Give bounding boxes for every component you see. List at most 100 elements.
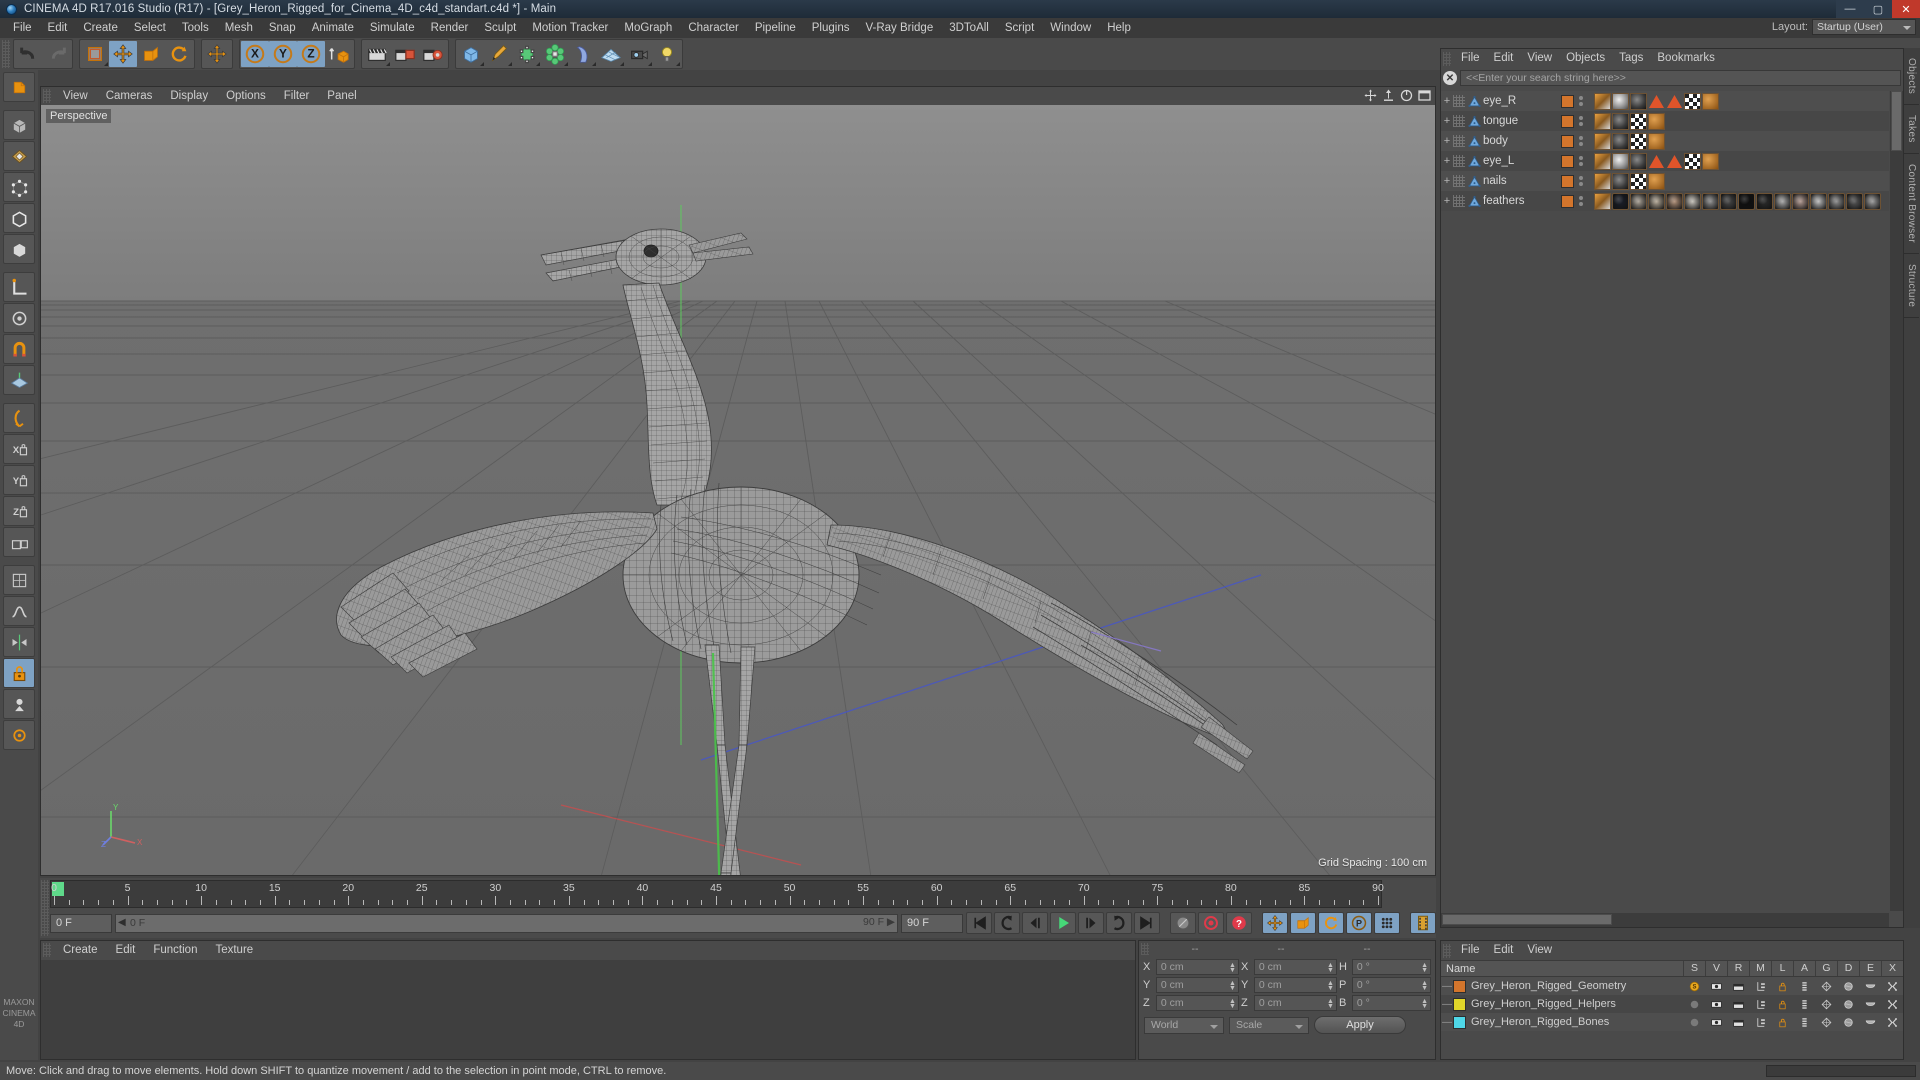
- object-menu-bookmarks[interactable]: Bookmarks: [1650, 49, 1722, 68]
- coordinate-manager-grip[interactable]: [1141, 943, 1149, 955]
- tag-material-eye-tag[interactable]: [1612, 152, 1629, 170]
- tag-material-dark-tag[interactable]: [1612, 132, 1629, 150]
- add-array-button[interactable]: [541, 41, 569, 67]
- material-menu-edit[interactable]: Edit: [107, 941, 145, 959]
- tag-vertexmap-tag[interactable]: [1702, 92, 1719, 110]
- layer-name[interactable]: Grey_Heron_Rigged_Geometry: [1466, 980, 1683, 992]
- edge-tab-content-browser[interactable]: Content Browser: [1904, 154, 1919, 254]
- layer-column-s[interactable]: S: [1683, 961, 1705, 976]
- tag-uv-tag[interactable]: [1594, 132, 1611, 150]
- expand-toggle-icon[interactable]: +: [1441, 111, 1453, 131]
- add-camera-button[interactable]: [625, 41, 653, 67]
- spinner-icon[interactable]: ▲ ▼: [1229, 998, 1236, 1010]
- object-row[interactable]: + feathers: [1441, 191, 1889, 211]
- object-row[interactable]: + nails: [1441, 171, 1889, 191]
- enable-snap-button[interactable]: [3, 334, 35, 364]
- layer-column-e[interactable]: E: [1859, 961, 1881, 976]
- maximize-view-icon[interactable]: [1418, 89, 1431, 102]
- workplane-button[interactable]: [3, 365, 35, 395]
- menu-3dtoall[interactable]: 3DToAll: [941, 18, 997, 38]
- menu-plugins[interactable]: Plugins: [804, 18, 858, 38]
- layer-column-m[interactable]: M: [1749, 961, 1771, 976]
- make-editable-button[interactable]: [3, 72, 35, 102]
- rotation-field-2[interactable]: 0 ° ▲ ▼: [1351, 995, 1431, 1011]
- layer-cell-expression[interactable]: [1859, 1016, 1881, 1029]
- soft-selection-button[interactable]: [3, 596, 35, 626]
- material-menu-texture[interactable]: Texture: [206, 941, 262, 959]
- tag-selection-tag[interactable]: [1666, 153, 1683, 170]
- position-field-2[interactable]: 0 cm ▲ ▼: [1155, 995, 1239, 1011]
- position-key-button[interactable]: [1262, 912, 1288, 934]
- record-active-objects-button[interactable]: [1170, 912, 1196, 934]
- object-menu-edit[interactable]: Edit: [1487, 49, 1521, 68]
- weight-tool-button[interactable]: [3, 689, 35, 719]
- previous-key-button[interactable]: [994, 912, 1020, 934]
- render-settings-button[interactable]: [419, 41, 447, 67]
- range-end-label[interactable]: 90 F ▶: [863, 916, 895, 928]
- layer-color-swatch[interactable]: [1561, 114, 1574, 128]
- tag-mat-7[interactable]: [1720, 192, 1737, 210]
- toolbar-grip[interactable]: [2, 40, 10, 68]
- coord-system-dropdown[interactable]: World: [1144, 1016, 1224, 1034]
- material-manager[interactable]: Create Edit Function Texture: [40, 940, 1136, 1060]
- lock-axis-y-button[interactable]: Y: [3, 465, 35, 495]
- lock-axis-x-button[interactable]: X: [3, 434, 35, 464]
- viewport-menu-view[interactable]: View: [54, 87, 97, 105]
- add-floor-button[interactable]: [597, 41, 625, 67]
- edge-tab-objects[interactable]: Objects: [1904, 48, 1919, 106]
- rotation-field-0[interactable]: 0 ° ▲ ▼: [1351, 959, 1431, 975]
- size-field-2[interactable]: 0 cm ▲ ▼: [1253, 995, 1337, 1011]
- tag-selection-tag[interactable]: [1648, 153, 1665, 170]
- edges-mode-button[interactable]: [3, 203, 35, 233]
- spinner-icon[interactable]: ▲ ▼: [1421, 998, 1428, 1010]
- spinner-icon[interactable]: ▲ ▼: [1229, 962, 1236, 974]
- tag-uv-tag[interactable]: [1594, 92, 1611, 110]
- quantize-button[interactable]: [3, 403, 35, 433]
- tag-mat-14[interactable]: [1846, 192, 1863, 210]
- keyframe-selection-button[interactable]: ?: [1226, 912, 1252, 934]
- layer-cell-generator[interactable]: [1815, 1016, 1837, 1029]
- object-row[interactable]: + eye_R: [1441, 91, 1889, 111]
- world-object-coord-button[interactable]: [325, 41, 353, 67]
- viewport-menu-cameras[interactable]: Cameras: [97, 87, 162, 105]
- symmetry-button[interactable]: [3, 627, 35, 657]
- object-menu-view[interactable]: View: [1520, 49, 1559, 68]
- tag-mat-10[interactable]: [1774, 192, 1791, 210]
- menu-v-ray-bridge[interactable]: V-Ray Bridge: [857, 18, 941, 38]
- model-mode-button[interactable]: [3, 110, 35, 140]
- lock-plane-button[interactable]: [3, 527, 35, 557]
- clear-search-icon[interactable]: ✕: [1443, 71, 1457, 85]
- poi-key-button[interactable]: [1374, 912, 1400, 934]
- layer-color-swatch[interactable]: [1561, 134, 1574, 148]
- tag-mat-12[interactable]: [1810, 192, 1827, 210]
- layer-column-v[interactable]: V: [1705, 961, 1727, 976]
- layer-column-name[interactable]: Name: [1441, 963, 1683, 975]
- layer-cell-animation[interactable]: [1793, 998, 1815, 1011]
- render-view-button[interactable]: [363, 41, 391, 67]
- layer-cell-deformer[interactable]: [1837, 980, 1859, 993]
- menu-mograph[interactable]: MoGraph: [616, 18, 680, 38]
- autokeying-button[interactable]: [1198, 912, 1224, 934]
- render-to-picture-viewer-button[interactable]: [391, 41, 419, 67]
- preview-end-field[interactable]: 90 F: [901, 913, 963, 933]
- object-name[interactable]: body: [1483, 135, 1561, 147]
- layer-cell-lock[interactable]: [1771, 998, 1793, 1011]
- material-manager-grip[interactable]: [43, 943, 51, 957]
- object-manager-grip[interactable]: [1443, 51, 1451, 66]
- layer-cell-solo[interactable]: [1683, 1016, 1705, 1029]
- layer-cell-xref[interactable]: [1881, 998, 1903, 1011]
- tag-checker-tag[interactable]: [1684, 92, 1701, 110]
- tag-mat-4[interactable]: [1666, 192, 1683, 210]
- layer-cell-visible-eye[interactable]: [1705, 998, 1727, 1011]
- drag-handle-icon[interactable]: [1453, 195, 1465, 207]
- edge-tab-structure[interactable]: Structure: [1904, 254, 1919, 318]
- redo-button[interactable]: [43, 41, 71, 67]
- object-manager-vscrollbar[interactable]: [1890, 91, 1903, 911]
- tag-uv-tag[interactable]: [1594, 152, 1611, 170]
- drag-handle-icon[interactable]: [1453, 175, 1465, 187]
- layer-color-swatch[interactable]: [1561, 94, 1574, 108]
- timeline-ruler[interactable]: 0 5 10 15 20 25 30 35 40 45 50 55 60 65 70 75 80 85 90: [50, 880, 1384, 908]
- tag-uv-tag[interactable]: [1594, 192, 1611, 210]
- uv-mode-button[interactable]: [3, 565, 35, 595]
- layer-color-swatch[interactable]: [1561, 194, 1574, 208]
